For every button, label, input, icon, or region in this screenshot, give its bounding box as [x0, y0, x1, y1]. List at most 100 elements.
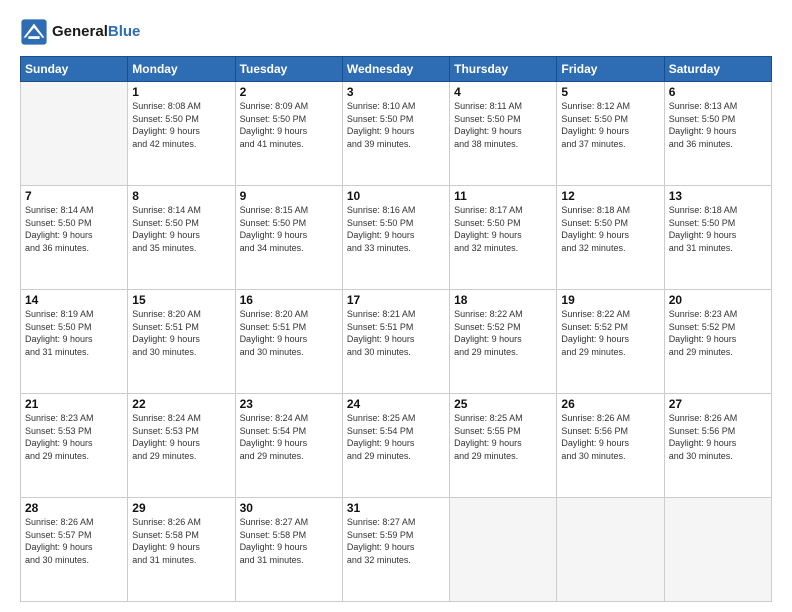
- day-number: 28: [25, 501, 123, 515]
- week-row-2: 14Sunrise: 8:19 AM Sunset: 5:50 PM Dayli…: [21, 290, 772, 394]
- day-detail: Sunrise: 8:20 AM Sunset: 5:51 PM Dayligh…: [132, 308, 230, 358]
- day-number: 20: [669, 293, 767, 307]
- day-detail: Sunrise: 8:14 AM Sunset: 5:50 PM Dayligh…: [25, 204, 123, 254]
- day-detail: Sunrise: 8:23 AM Sunset: 5:53 PM Dayligh…: [25, 412, 123, 462]
- day-cell: 31Sunrise: 8:27 AM Sunset: 5:59 PM Dayli…: [342, 498, 449, 602]
- day-cell: 30Sunrise: 8:27 AM Sunset: 5:58 PM Dayli…: [235, 498, 342, 602]
- weekday-tuesday: Tuesday: [235, 57, 342, 82]
- day-detail: Sunrise: 8:25 AM Sunset: 5:55 PM Dayligh…: [454, 412, 552, 462]
- day-number: 16: [240, 293, 338, 307]
- day-detail: Sunrise: 8:08 AM Sunset: 5:50 PM Dayligh…: [132, 100, 230, 150]
- day-detail: Sunrise: 8:25 AM Sunset: 5:54 PM Dayligh…: [347, 412, 445, 462]
- day-detail: Sunrise: 8:20 AM Sunset: 5:51 PM Dayligh…: [240, 308, 338, 358]
- day-detail: Sunrise: 8:10 AM Sunset: 5:50 PM Dayligh…: [347, 100, 445, 150]
- day-number: 7: [25, 189, 123, 203]
- day-number: 21: [25, 397, 123, 411]
- day-number: 26: [561, 397, 659, 411]
- day-number: 14: [25, 293, 123, 307]
- day-cell: 19Sunrise: 8:22 AM Sunset: 5:52 PM Dayli…: [557, 290, 664, 394]
- day-cell: 25Sunrise: 8:25 AM Sunset: 5:55 PM Dayli…: [450, 394, 557, 498]
- logo: GeneralBlue: [20, 18, 140, 46]
- day-detail: Sunrise: 8:21 AM Sunset: 5:51 PM Dayligh…: [347, 308, 445, 358]
- day-number: 25: [454, 397, 552, 411]
- header: GeneralBlue: [20, 18, 772, 46]
- day-cell: [557, 498, 664, 602]
- day-cell: 12Sunrise: 8:18 AM Sunset: 5:50 PM Dayli…: [557, 186, 664, 290]
- day-cell: 14Sunrise: 8:19 AM Sunset: 5:50 PM Dayli…: [21, 290, 128, 394]
- day-number: 2: [240, 85, 338, 99]
- day-number: 23: [240, 397, 338, 411]
- day-cell: 15Sunrise: 8:20 AM Sunset: 5:51 PM Dayli…: [128, 290, 235, 394]
- day-detail: Sunrise: 8:26 AM Sunset: 5:56 PM Dayligh…: [669, 412, 767, 462]
- day-detail: Sunrise: 8:26 AM Sunset: 5:56 PM Dayligh…: [561, 412, 659, 462]
- weekday-sunday: Sunday: [21, 57, 128, 82]
- day-number: 8: [132, 189, 230, 203]
- day-detail: Sunrise: 8:18 AM Sunset: 5:50 PM Dayligh…: [669, 204, 767, 254]
- weekday-wednesday: Wednesday: [342, 57, 449, 82]
- day-number: 5: [561, 85, 659, 99]
- day-cell: 23Sunrise: 8:24 AM Sunset: 5:54 PM Dayli…: [235, 394, 342, 498]
- day-detail: Sunrise: 8:19 AM Sunset: 5:50 PM Dayligh…: [25, 308, 123, 358]
- day-detail: Sunrise: 8:18 AM Sunset: 5:50 PM Dayligh…: [561, 204, 659, 254]
- day-number: 29: [132, 501, 230, 515]
- day-cell: 9Sunrise: 8:15 AM Sunset: 5:50 PM Daylig…: [235, 186, 342, 290]
- day-number: 18: [454, 293, 552, 307]
- day-detail: Sunrise: 8:16 AM Sunset: 5:50 PM Dayligh…: [347, 204, 445, 254]
- day-detail: Sunrise: 8:24 AM Sunset: 5:54 PM Dayligh…: [240, 412, 338, 462]
- day-detail: Sunrise: 8:17 AM Sunset: 5:50 PM Dayligh…: [454, 204, 552, 254]
- day-detail: Sunrise: 8:27 AM Sunset: 5:58 PM Dayligh…: [240, 516, 338, 566]
- day-detail: Sunrise: 8:22 AM Sunset: 5:52 PM Dayligh…: [561, 308, 659, 358]
- day-cell: 27Sunrise: 8:26 AM Sunset: 5:56 PM Dayli…: [664, 394, 771, 498]
- day-cell: 24Sunrise: 8:25 AM Sunset: 5:54 PM Dayli…: [342, 394, 449, 498]
- day-number: 12: [561, 189, 659, 203]
- weekday-friday: Friday: [557, 57, 664, 82]
- day-cell: 22Sunrise: 8:24 AM Sunset: 5:53 PM Dayli…: [128, 394, 235, 498]
- weekday-saturday: Saturday: [664, 57, 771, 82]
- day-number: 27: [669, 397, 767, 411]
- day-cell: 5Sunrise: 8:12 AM Sunset: 5:50 PM Daylig…: [557, 82, 664, 186]
- day-cell: 2Sunrise: 8:09 AM Sunset: 5:50 PM Daylig…: [235, 82, 342, 186]
- day-cell: 20Sunrise: 8:23 AM Sunset: 5:52 PM Dayli…: [664, 290, 771, 394]
- day-cell: 8Sunrise: 8:14 AM Sunset: 5:50 PM Daylig…: [128, 186, 235, 290]
- weekday-thursday: Thursday: [450, 57, 557, 82]
- day-cell: 28Sunrise: 8:26 AM Sunset: 5:57 PM Dayli…: [21, 498, 128, 602]
- day-detail: Sunrise: 8:23 AM Sunset: 5:52 PM Dayligh…: [669, 308, 767, 358]
- weekday-monday: Monday: [128, 57, 235, 82]
- day-detail: Sunrise: 8:26 AM Sunset: 5:57 PM Dayligh…: [25, 516, 123, 566]
- day-number: 19: [561, 293, 659, 307]
- day-cell: 6Sunrise: 8:13 AM Sunset: 5:50 PM Daylig…: [664, 82, 771, 186]
- calendar-body: 1Sunrise: 8:08 AM Sunset: 5:50 PM Daylig…: [21, 82, 772, 602]
- day-number: 24: [347, 397, 445, 411]
- logo-text: GeneralBlue: [52, 23, 140, 41]
- day-cell: 10Sunrise: 8:16 AM Sunset: 5:50 PM Dayli…: [342, 186, 449, 290]
- day-cell: 13Sunrise: 8:18 AM Sunset: 5:50 PM Dayli…: [664, 186, 771, 290]
- day-number: 4: [454, 85, 552, 99]
- day-cell: 3Sunrise: 8:10 AM Sunset: 5:50 PM Daylig…: [342, 82, 449, 186]
- day-detail: Sunrise: 8:26 AM Sunset: 5:58 PM Dayligh…: [132, 516, 230, 566]
- calendar-table: SundayMondayTuesdayWednesdayThursdayFrid…: [20, 56, 772, 602]
- day-number: 1: [132, 85, 230, 99]
- day-detail: Sunrise: 8:11 AM Sunset: 5:50 PM Dayligh…: [454, 100, 552, 150]
- day-detail: Sunrise: 8:13 AM Sunset: 5:50 PM Dayligh…: [669, 100, 767, 150]
- week-row-0: 1Sunrise: 8:08 AM Sunset: 5:50 PM Daylig…: [21, 82, 772, 186]
- day-cell: 21Sunrise: 8:23 AM Sunset: 5:53 PM Dayli…: [21, 394, 128, 498]
- day-cell: 1Sunrise: 8:08 AM Sunset: 5:50 PM Daylig…: [128, 82, 235, 186]
- day-number: 17: [347, 293, 445, 307]
- week-row-1: 7Sunrise: 8:14 AM Sunset: 5:50 PM Daylig…: [21, 186, 772, 290]
- page: GeneralBlue SundayMondayTuesdayWednesday…: [0, 0, 792, 612]
- weekday-header-row: SundayMondayTuesdayWednesdayThursdayFrid…: [21, 57, 772, 82]
- day-number: 6: [669, 85, 767, 99]
- day-number: 11: [454, 189, 552, 203]
- day-cell: 26Sunrise: 8:26 AM Sunset: 5:56 PM Dayli…: [557, 394, 664, 498]
- day-cell: 11Sunrise: 8:17 AM Sunset: 5:50 PM Dayli…: [450, 186, 557, 290]
- day-cell: [21, 82, 128, 186]
- day-detail: Sunrise: 8:09 AM Sunset: 5:50 PM Dayligh…: [240, 100, 338, 150]
- day-cell: 4Sunrise: 8:11 AM Sunset: 5:50 PM Daylig…: [450, 82, 557, 186]
- day-number: 3: [347, 85, 445, 99]
- week-row-3: 21Sunrise: 8:23 AM Sunset: 5:53 PM Dayli…: [21, 394, 772, 498]
- day-cell: 29Sunrise: 8:26 AM Sunset: 5:58 PM Dayli…: [128, 498, 235, 602]
- logo-icon: [20, 18, 48, 46]
- day-number: 31: [347, 501, 445, 515]
- day-detail: Sunrise: 8:15 AM Sunset: 5:50 PM Dayligh…: [240, 204, 338, 254]
- day-detail: Sunrise: 8:24 AM Sunset: 5:53 PM Dayligh…: [132, 412, 230, 462]
